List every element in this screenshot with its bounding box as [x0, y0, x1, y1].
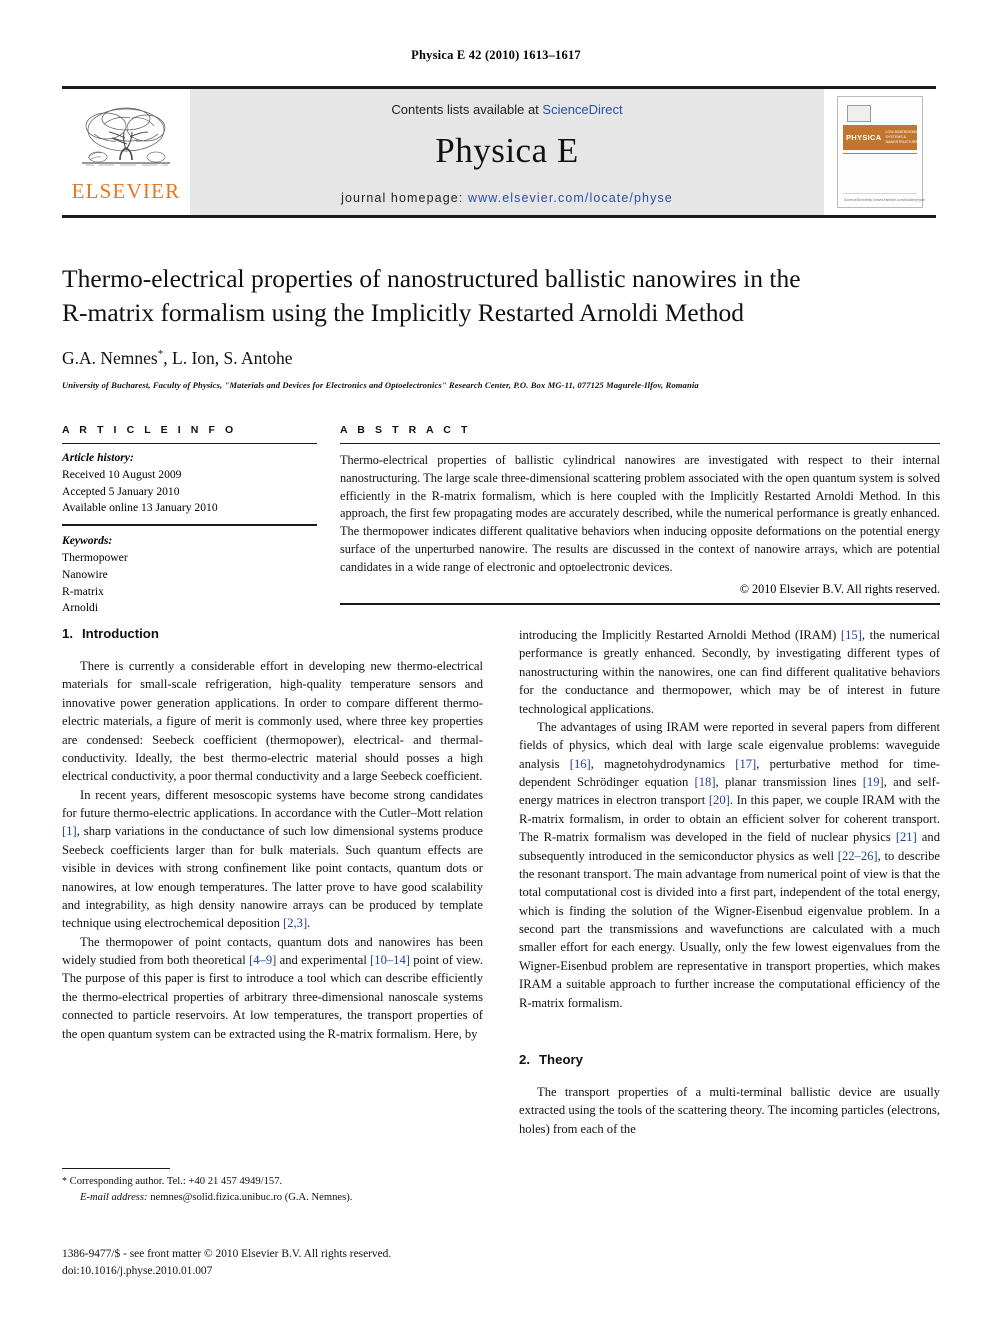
title-line-2: R-matrix formalism using the Implicitly …: [62, 297, 745, 327]
cover-band-subtitle: LOW-DIMENSIONAL SYSTEMS & NANOSTRUCTURES: [885, 130, 921, 144]
section-title: Theory: [539, 1051, 583, 1067]
article-info-separator: [62, 524, 317, 527]
column-left: 1. Introduction There is currently a cons…: [62, 626, 483, 1186]
article-history-online: Available online 13 January 2010: [62, 501, 218, 515]
journal-title: Physica E: [435, 131, 579, 170]
affiliation: University of Bucharest, Faculty of Phys…: [62, 379, 699, 390]
abstract-copyright: © 2010 Elsevier B.V. All rights reserved…: [739, 581, 940, 596]
cover-publisher-mark: [847, 105, 871, 122]
section-number: 1.: [62, 626, 73, 641]
journal-homepage-line: journal homepage: www.elsevier.com/locat…: [190, 191, 824, 205]
keyword-item: R-matrix: [62, 584, 104, 598]
title-line-1: Thermo-electrical properties of nanostru…: [62, 264, 801, 293]
section-heading-introduction: 1. Introduction: [62, 626, 483, 641]
abstract-heading: A B S T R A C T: [340, 424, 471, 436]
footnote-rule: [62, 1168, 170, 1169]
abstract-text: Thermo-electrical properties of ballisti…: [340, 453, 940, 574]
paragraph: The transport properties of a multi-term…: [519, 1084, 940, 1136]
email-label: E-mail address:: [80, 1191, 148, 1203]
paragraph: There is currently a considerable effort…: [62, 659, 483, 784]
section-number: 2.: [519, 1051, 530, 1067]
section-heading-theory: 2. Theory: [519, 1052, 940, 1067]
contents-prefix: Contents lists available at: [391, 102, 543, 117]
author-list: G.A. Nemnes*, L. Ion, S. Antohe: [62, 348, 940, 369]
keywords-group: Keywords: Thermopower Nanowire R-matrix …: [62, 533, 317, 617]
article-history-label: Article history:: [62, 451, 134, 464]
column-right: introducing the Implicitly Restarted Arn…: [519, 626, 940, 1186]
email-note: E-mail address: nemnes@solid.fizica.unib…: [62, 1190, 483, 1206]
paragraph: introducing the Implicitly Restarted Arn…: [519, 628, 940, 716]
page-title: Thermo-electrical properties of nanostru…: [62, 262, 940, 330]
author-rest: , L. Ion, S. Antohe: [163, 347, 293, 368]
doi-line[interactable]: doi:10.1016/j.physe.2010.01.007: [62, 1263, 562, 1280]
footnote-block: * Corresponding author. Tel.: +40 21 457…: [62, 1168, 483, 1206]
paragraph: The thermopower of point contacts, quant…: [62, 934, 483, 1041]
article-info-column: A R T I C L E I N F O Article history: R…: [62, 424, 317, 624]
cover-divider: [843, 153, 917, 154]
keywords-label: Keywords:: [62, 534, 113, 548]
corresponding-author-note: * Corresponding author. Tel.: +40 21 457…: [62, 1174, 483, 1190]
masthead-center: Contents lists available at ScienceDirec…: [190, 89, 824, 215]
email-address[interactable]: nemnes@solid.fizica.unibuc.ro (G.A. Nemn…: [150, 1192, 352, 1203]
corresponding-author-text: Corresponding author. Tel.: +40 21 457 4…: [69, 1176, 283, 1187]
abstract-column: A B S T R A C T Thermo-electrical proper…: [340, 424, 940, 624]
article-info-heading: A R T I C L E I N F O: [62, 424, 237, 436]
author-first: G.A. Nemnes: [62, 347, 158, 368]
info-abstract-block: A R T I C L E I N F O Article history: R…: [62, 424, 940, 624]
keyword-item: Thermopower: [62, 550, 128, 564]
article-history-group: Article history: Received 10 August 2009…: [62, 450, 317, 517]
abstract-rule-bottom: [340, 602, 940, 605]
cover-footer-left: ScienceDirect: [844, 198, 867, 202]
keyword-item: Nanowire: [62, 567, 108, 581]
article-info-body: Article history: Received 10 August 2009…: [62, 444, 317, 617]
page-footer: 1386-9477/$ - see front matter © 2010 El…: [62, 1246, 562, 1279]
publisher-logo-block: ELSEVIER: [62, 89, 190, 215]
cover-title-band: PHYSICA LOW-DIMENSIONAL SYSTEMS & NANOST…: [843, 125, 921, 150]
elsevier-logo: ELSEVIER: [68, 104, 184, 204]
running-head: Physica E 42 (2010) 1613–1617: [411, 48, 581, 62]
cover-footer: ScienceDirect http://www.elsevier.com/lo…: [844, 198, 925, 202]
cover-footer-divider: [843, 193, 917, 194]
keyword-item: Arnoldi: [62, 601, 99, 615]
paper-page: Physica E 42 (2010) 1613–1617 ELSEVIER C…: [0, 0, 992, 1323]
elsevier-tree-icon: [82, 107, 170, 166]
journal-masthead: ELSEVIER Contents lists available at Sci…: [62, 86, 936, 218]
title-block: Thermo-electrical properties of nanostru…: [62, 262, 940, 390]
section-title: Introduction: [82, 626, 159, 641]
article-history-accepted: Accepted 5 January 2010: [62, 484, 180, 498]
contents-available-line: Contents lists available at ScienceDirec…: [391, 102, 622, 117]
homepage-prefix: journal homepage:: [341, 191, 468, 205]
body-columns: 1. Introduction There is currently a cons…: [62, 626, 940, 1186]
paragraph: In recent years, different mesoscopic sy…: [62, 787, 483, 931]
journal-cover-thumbnail: PHYSICA LOW-DIMENSIONAL SYSTEMS & NANOST…: [837, 96, 925, 208]
journal-cover-block: PHYSICA LOW-DIMENSIONAL SYSTEMS & NANOST…: [824, 89, 936, 215]
cover-band-word: PHYSICA: [846, 132, 882, 142]
article-history-received: Received 10 August 2009: [62, 467, 182, 481]
cover-footer-right: http://www.elsevier.com/locate/physe: [866, 198, 925, 202]
footnote-star: *: [62, 1176, 67, 1187]
journal-homepage-link[interactable]: www.elsevier.com/locate/physe: [468, 191, 673, 205]
issn-copyright-line: 1386-9477/$ - see front matter © 2010 El…: [62, 1248, 392, 1260]
sciencedirect-link[interactable]: ScienceDirect: [542, 102, 622, 117]
elsevier-wordmark: ELSEVIER: [71, 179, 181, 203]
paragraph: The advantages of using IRAM were report…: [519, 719, 940, 1010]
